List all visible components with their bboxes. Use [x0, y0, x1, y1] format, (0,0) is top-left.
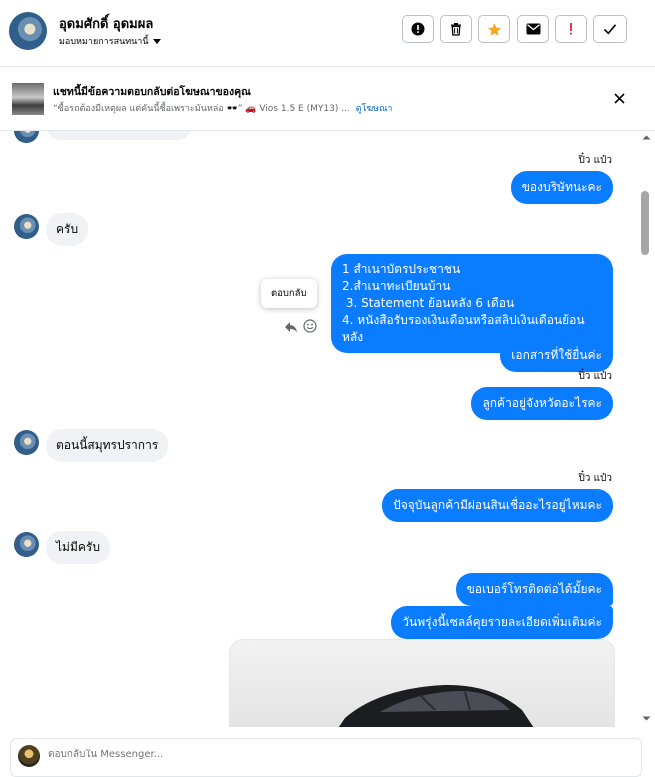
reply-action-button[interactable] [284, 318, 298, 337]
contact-avatar-small [14, 430, 39, 455]
assign-conversation-dropdown[interactable]: มอบหมายการสนทนานี้ [59, 34, 161, 48]
view-ad-link[interactable]: ดูโฆษณา [356, 104, 393, 114]
mark-unread-button[interactable] [517, 15, 549, 43]
trash-icon [451, 23, 461, 36]
contact-avatar[interactable] [9, 12, 47, 50]
messenger-reply-input[interactable] [48, 749, 448, 760]
message-line: 3. Statement ย้อนหลัง 6 เดือน [342, 296, 515, 310]
contact-name[interactable]: อุดมศักดิ์ อุดมผล [59, 13, 153, 34]
conversation-header: อุดมศักดิ์ อุดมผล มอบหมายการสนทนานี้ [0, 0, 655, 67]
scroll-down-arrow-icon [642, 716, 651, 721]
ad-banner-subtitle: “ซื้อรถต้องมีเหตุผล แต่คันนี้ซื้อเพราะมั… [53, 101, 392, 115]
smile-icon [303, 319, 317, 333]
thread-scrollbar[interactable] [638, 131, 655, 727]
message-line: 2.สำเนาทะเบียนบ้าน [342, 279, 451, 293]
mark-spam-button[interactable] [402, 15, 434, 43]
seen-by-label: ปิ๋ว แป๋ว [578, 473, 612, 484]
reply-composer[interactable] [10, 738, 642, 777]
message-outgoing[interactable]: ปัจจุบันลูกค้ามีผ่อนสินเชื่ออะไรอยู่ไหมค… [382, 489, 613, 522]
check-icon [603, 24, 617, 35]
scrollbar-thumb[interactable] [641, 191, 649, 255]
message-incoming[interactable]: ครับ [46, 213, 89, 246]
delete-button[interactable] [440, 15, 472, 43]
message-thread: ปิ๋ว แป๋ว ของบริษัทนะคะ ครับ 1 สำเนาบัตร… [0, 131, 638, 727]
exclamation-icon [570, 23, 572, 35]
mail-icon [526, 23, 540, 35]
ad-text: “ซื้อรถต้องมีเหตุผล แต่คันนี้ซื้อเพราะมั… [53, 104, 350, 114]
message-incoming[interactable] [46, 131, 192, 140]
message-outgoing[interactable]: เอกสารที่ใช้ยื่นค่ะ [500, 339, 613, 372]
message-incoming[interactable]: ไม่มีครับ [46, 531, 110, 564]
react-action-button[interactable] [303, 318, 317, 337]
ad-thumbnail [12, 83, 44, 115]
ad-banner-title: แชทนี้มีข้อความตอบกลับต่อโฆษณาของคุณ [53, 86, 251, 98]
seen-by-label: ปิ๋ว แป๋ว [578, 371, 612, 382]
message-outgoing[interactable]: วันพรุ่งนี้เซลล์คุยรายละเอียดเพิ่มเติมค่… [391, 606, 613, 639]
message-outgoing[interactable]: ของบริษัทนะคะ [510, 171, 613, 204]
contact-avatar-small [14, 532, 39, 557]
caret-down-icon [152, 39, 161, 44]
contact-avatar-small [14, 131, 39, 143]
ad-reply-banner: แชทนี้มีข้อความตอบกลับต่อโฆษณาของคุณ “ซื… [0, 67, 655, 131]
close-icon [614, 93, 625, 104]
star-button[interactable] [478, 15, 510, 43]
exclamation-circle-icon [411, 22, 425, 36]
message-outgoing[interactable]: ลูกค้าอยู่จังหวัดอะไรคะ [471, 387, 613, 420]
page-avatar [18, 745, 40, 767]
car-image-attachment[interactable] [229, 639, 615, 727]
important-button[interactable] [555, 15, 587, 43]
close-ad-banner-button[interactable] [614, 89, 625, 108]
scroll-up-arrow-icon [642, 135, 651, 140]
seen-by-label: ปิ๋ว แป๋ว [578, 155, 612, 166]
message-incoming[interactable]: ตอนนี้สมุทรปราการ [46, 429, 169, 462]
mark-done-button[interactable] [593, 15, 627, 43]
reply-tooltip: ตอบกลับ [261, 279, 317, 308]
assign-label: มอบหมายการสนทนานี้ [59, 37, 149, 47]
star-icon [487, 22, 501, 36]
message-line: 1 สำเนาบัตรประชาชน [342, 262, 461, 276]
reply-icon [285, 322, 297, 333]
message-outgoing[interactable]: ขอเบอร์โทรติดต่อได้มั้ยคะ [455, 573, 613, 606]
contact-avatar-small [14, 214, 39, 239]
car-image [338, 684, 534, 727]
